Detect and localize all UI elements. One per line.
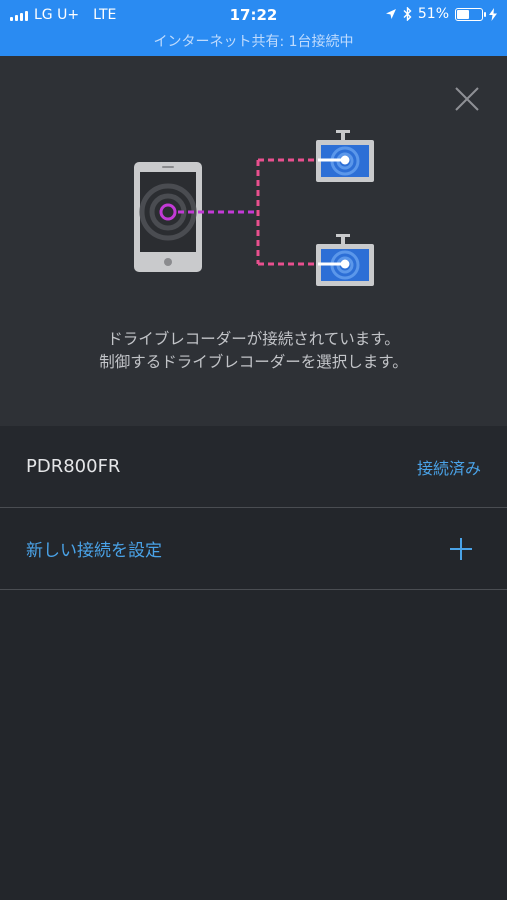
- new-connection-label: 新しい接続を設定: [26, 541, 162, 561]
- header-panel: ドライブレコーダーが接続されています。 制御するドライブレコーダーを選択します。: [0, 56, 507, 426]
- battery-percent: 51%: [417, 6, 449, 22]
- battery-level: [457, 9, 470, 19]
- message-line-1: ドライブレコーダーが接続されています。: [107, 330, 400, 348]
- phone-icon: [134, 162, 202, 272]
- hotspot-banner[interactable]: インターネット共有: 1台接続中: [0, 31, 507, 51]
- charging-icon: [489, 7, 497, 21]
- connection-illustration: [134, 130, 374, 286]
- device-row[interactable]: PDR800FR 接続済み: [0, 426, 507, 508]
- battery-icon: [455, 7, 486, 21]
- status-bar: LG U+ LTE 17:22 51% インターネット共有: 1台接続中: [0, 0, 507, 56]
- location-icon: [385, 9, 396, 19]
- close-icon[interactable]: [453, 85, 481, 113]
- dashcam-icon: [316, 234, 374, 286]
- status-right: 51%: [385, 6, 497, 22]
- instruction-message: ドライブレコーダーが接続されています。 制御するドライブレコーダーを選択します。: [0, 328, 507, 374]
- new-connection-row[interactable]: 新しい接続を設定: [0, 508, 507, 590]
- bluetooth-icon: [403, 7, 412, 21]
- plus-icon[interactable]: [449, 537, 473, 561]
- device-name: PDR800FR: [26, 456, 121, 477]
- device-list: PDR800FR 接続済み 新しい接続を設定: [0, 426, 507, 590]
- status-row: LG U+ LTE 17:22 51%: [0, 4, 507, 28]
- connection-status: 接続済み: [416, 458, 481, 478]
- dashcam-icon: [316, 130, 374, 182]
- message-line-2: 制御するドライブレコーダーを選択します。: [99, 353, 408, 371]
